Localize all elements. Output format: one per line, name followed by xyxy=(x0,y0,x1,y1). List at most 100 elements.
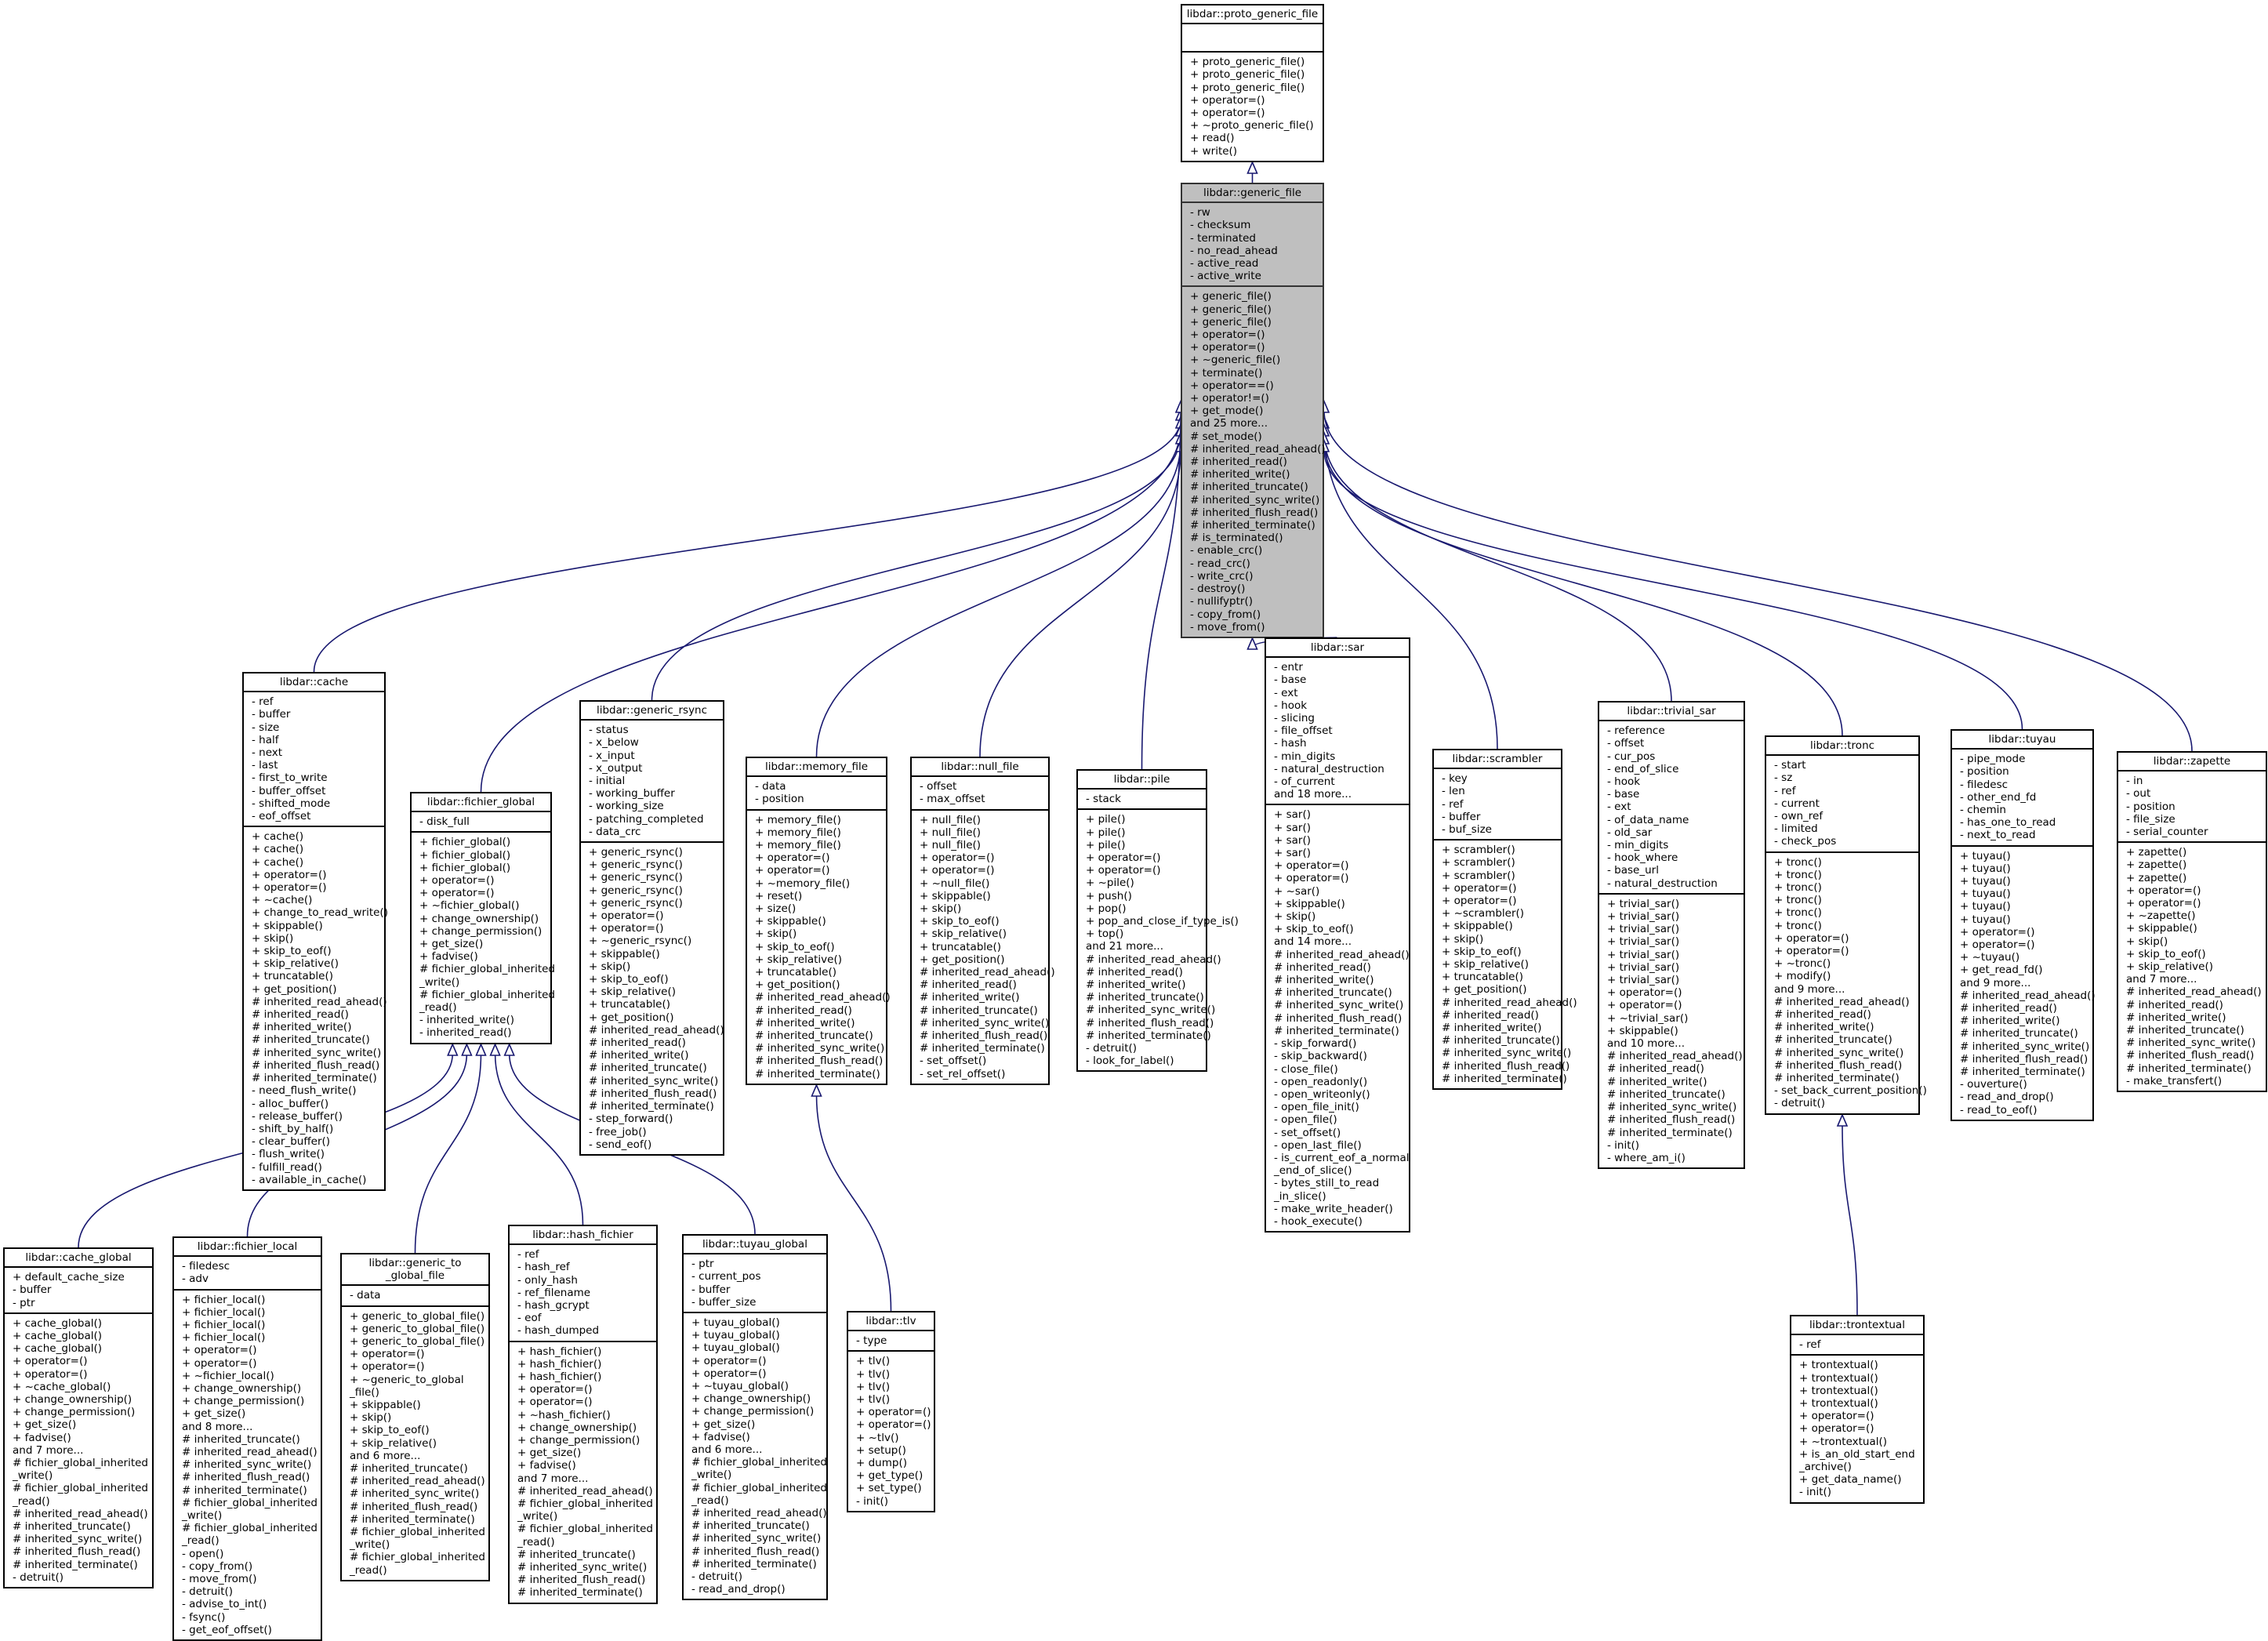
method: # inherited_truncate() xyxy=(1960,1027,2078,1040)
attribute: - x_below xyxy=(589,736,639,750)
class-box-pile[interactable]: libdar::pile - stack + pile() + pile() + pil… xyxy=(1076,769,1239,1073)
method: + tronc() xyxy=(1774,894,1822,907)
attribute: - chemin xyxy=(1960,804,2006,817)
class-name[interactable]: libdar::tlv xyxy=(848,1312,934,1332)
method: + read() xyxy=(1190,132,1235,145)
method: + generic_to_global_file() xyxy=(350,1322,485,1335)
class-name[interactable]: libdar::trivial_sar xyxy=(1599,703,1744,722)
method: + generic_rsync() xyxy=(589,846,683,859)
attribute: - only_hash xyxy=(517,1273,578,1287)
method: and 14 more... xyxy=(1274,935,1352,949)
attribute: - ext xyxy=(1607,801,1631,814)
method: # inherited_read_ahead() xyxy=(1086,953,1221,966)
class-name[interactable]: libdar::fichier_global xyxy=(412,793,550,813)
method: + skippable() xyxy=(1442,920,1513,933)
class-box-trivial-sar[interactable]: libdar::trivial_sar - reference - offset - … xyxy=(1598,701,1745,1170)
method: # inherited_flush_read() xyxy=(589,1087,717,1100)
class-box-zapette[interactable]: libdar::zapette - in - out - position - file… xyxy=(2117,751,2267,1093)
class-name[interactable]: libdar::hash_fichier xyxy=(510,1226,656,1246)
method: + hash_fichier() xyxy=(517,1371,602,1384)
class-name[interactable]: libdar::tuyau xyxy=(1952,731,2092,750)
attribute: + default_cache_size xyxy=(13,1271,125,1284)
attribute: - checksum xyxy=(1190,219,1251,232)
class-name[interactable]: libdar::sar xyxy=(1266,639,1409,659)
attributes-section: - data xyxy=(342,1286,488,1305)
method: + tuyau_global() xyxy=(691,1341,780,1355)
method: # inherited_write() xyxy=(589,1049,689,1062)
attributes-section: - entr - base - ext - hook - slicing - file_o… xyxy=(1266,658,1409,804)
attributes-section: - disk_full xyxy=(412,812,550,831)
method: - set_offset() xyxy=(1274,1126,1341,1139)
class-name[interactable]: libdar::trontextual xyxy=(1791,1316,1923,1336)
methods-section: + tronc() + tronc() + tronc() + tronc() + tr… xyxy=(1766,851,1927,1113)
method: - where_am_i() xyxy=(1607,1151,1686,1164)
method: + operator=() xyxy=(1799,1410,1874,1423)
class-box-sar[interactable]: libdar::sar - entr - base - ext - hook - slic… xyxy=(1265,637,1410,1233)
method: + trontextual() xyxy=(1799,1359,1878,1372)
method: - detruit() xyxy=(182,1585,234,1599)
class-name[interactable]: libdar::generic_rsync xyxy=(581,702,723,721)
method: # inherited_flush_read() xyxy=(13,1545,141,1559)
inheritance-edge-trontextual xyxy=(1842,1124,1858,1316)
method: # inherited_truncate() xyxy=(182,1432,300,1446)
method: + ~tuyau_global() xyxy=(691,1380,789,1393)
class-box-memory-file[interactable]: libdar::memory_file - data - position + mem… xyxy=(746,757,891,1085)
class-name[interactable]: libdar::tronc xyxy=(1766,737,1918,757)
methods-section: + pile() + pile() + pile() + operator=() + o… xyxy=(1078,808,1239,1070)
attributes-section: - ref - hash_ref - only_hash - ref_filename… xyxy=(510,1245,656,1340)
class-name[interactable]: libdar::cache xyxy=(244,673,384,693)
method: # inherited_flush_read() xyxy=(1960,1052,2088,1066)
method: + ~sar() xyxy=(1274,884,1320,898)
method: + get_position() xyxy=(589,1011,674,1024)
class-box-hash-fichier[interactable]: libdar::hash_fichier - ref - hash_ref - onl… xyxy=(508,1225,658,1604)
class-box-fichier-global[interactable]: libdar::fichier_global - disk_full+ fichi… xyxy=(410,792,555,1044)
class-box-generic-rsync[interactable]: libdar::generic_rsync - status - x_below - … xyxy=(579,700,724,1156)
attribute: - file_offset xyxy=(1274,724,1333,738)
method: - init() xyxy=(1799,1486,1832,1499)
method: # fichier_global_inherited _write() xyxy=(13,1457,149,1483)
class-box-tronc[interactable]: libdar::tronc - start - sz - ref - current - … xyxy=(1765,735,1927,1115)
class-box-null-file[interactable]: libdar::null_file - offset - max_offset + n… xyxy=(910,757,1055,1085)
class-box-tlv[interactable]: libdar::tlv - type + tlv() + tlv() + tlv() + … xyxy=(847,1311,935,1512)
class-name[interactable]: libdar::pile xyxy=(1078,771,1206,790)
method: + tuyau_global() xyxy=(691,1316,780,1330)
method: # inherited_read() xyxy=(2126,998,2223,1011)
method: - read_and_drop() xyxy=(1960,1091,2054,1104)
class-box-scrambler[interactable]: libdar::scrambler - key - len - ref - buffer… xyxy=(1432,749,1577,1091)
method: + operator=() xyxy=(517,1383,593,1396)
method: + skippable() xyxy=(755,915,826,928)
class-name[interactable]: libdar::generic_file xyxy=(1182,184,1323,204)
attribute: - key xyxy=(1442,772,1468,786)
class-box-fichier-local[interactable]: libdar::fichier_local - filedesc - adv + fi… xyxy=(172,1236,322,1641)
method: + skip() xyxy=(755,928,797,941)
method: + skip() xyxy=(350,1411,392,1425)
method: + fadvise() xyxy=(691,1430,750,1443)
class-name[interactable]: libdar::generic_to _global_file xyxy=(342,1254,488,1287)
method: + operator=() xyxy=(755,851,830,865)
class-box-cache-global[interactable]: libdar::cache_global+ default_cache_size… xyxy=(3,1247,154,1589)
class-name[interactable]: libdar::zapette xyxy=(2118,753,2266,772)
method: + write() xyxy=(1190,144,1238,158)
inheritance-arrowhead-icon xyxy=(1246,160,1258,174)
attributes-section: - in - out - position - file_size - serial_c… xyxy=(2118,771,2266,841)
class-name[interactable]: libdar::tuyau_global xyxy=(684,1236,826,1255)
class-name[interactable]: libdar::proto_generic_file xyxy=(1182,5,1323,25)
class-box-tuyau[interactable]: libdar::tuyau - pipe_mode - position - file… xyxy=(1950,729,2096,1121)
class-box-trontextual[interactable]: libdar::trontextual - ref + trontextual() +… xyxy=(1790,1315,1925,1504)
class-name[interactable]: libdar::null_file xyxy=(912,758,1048,778)
class-box-tuyau-global[interactable]: libdar::tuyau_global - ptr - current_pos - … xyxy=(682,1234,828,1601)
method: + zapette() xyxy=(2126,859,2187,872)
class-box-proto-generic-file[interactable]: libdar::proto_generic_file + proto_generi… xyxy=(1181,4,1324,162)
attribute: - rw xyxy=(1190,206,1210,220)
class-box-generic-file[interactable]: libdar::generic_file - rw - checksum - term… xyxy=(1181,183,1326,638)
class-name[interactable]: libdar::memory_file xyxy=(747,758,886,778)
class-name[interactable]: libdar::cache_global xyxy=(5,1249,152,1269)
class-name[interactable]: libdar::fichier_local xyxy=(174,1238,321,1258)
method: # inherited_flush_read() xyxy=(1774,1058,1903,1072)
method: + sar() xyxy=(1274,821,1311,834)
class-box-generic-to-global-file[interactable]: libdar::generic_to _global_file - data+ g… xyxy=(340,1253,490,1581)
inheritance-arrowhead-icon xyxy=(461,1042,473,1056)
method: + fichier_global() xyxy=(419,848,511,862)
class-name[interactable]: libdar::scrambler xyxy=(1434,750,1561,770)
class-box-cache[interactable]: libdar::cache - ref - buffer - size - half - … xyxy=(242,672,388,1191)
